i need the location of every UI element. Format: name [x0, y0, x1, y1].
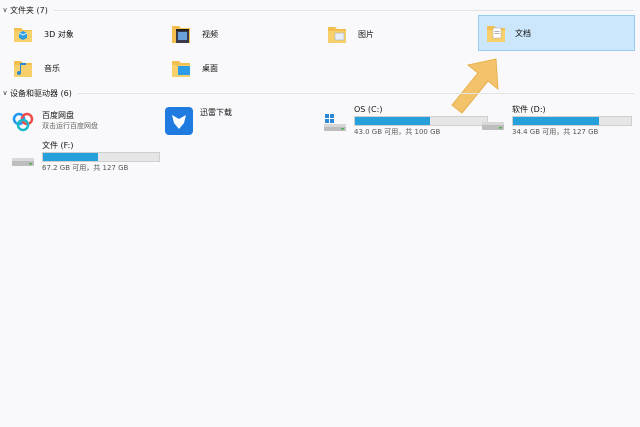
app-item-xunlei[interactable]: 迅雷下载	[164, 102, 314, 140]
divider	[53, 9, 634, 11]
drive-name: OS (C:)	[354, 105, 383, 114]
drive-item-c[interactable]: OS (C:) 43.0 GB 可用，共 100 GB	[322, 102, 488, 140]
hard-drive-icon	[480, 108, 506, 134]
folder-label: 图片	[358, 29, 374, 39]
app-name: 迅雷下载	[200, 108, 232, 117]
drive-space-text: 67.2 GB 可用，共 127 GB	[42, 164, 129, 172]
drive-usage-fill	[513, 117, 600, 125]
folder-label: 文档	[515, 28, 531, 38]
chevron-down-icon: ∨	[2, 89, 8, 97]
folder-label: 音乐	[44, 63, 60, 73]
folder-item-documents[interactable]: 文档	[478, 15, 635, 51]
videos-folder-icon	[170, 23, 192, 45]
3d-objects-folder-icon	[12, 23, 34, 45]
windows-drive-icon	[322, 108, 348, 134]
music-folder-icon	[12, 57, 34, 79]
chevron-down-icon: ∨	[2, 6, 8, 14]
folder-item-3d-objects[interactable]: 3D 对象	[12, 18, 160, 50]
pictures-folder-icon	[326, 23, 348, 45]
drive-usage-fill	[355, 117, 431, 125]
xunlei-download-icon	[164, 106, 194, 136]
drive-item-d[interactable]: 软件 (D:) 34.4 GB 可用，共 127 GB	[480, 102, 640, 140]
drive-name: 软件 (D:)	[512, 105, 546, 114]
folder-label: 3D 对象	[44, 29, 74, 39]
drive-usage-fill	[43, 153, 98, 161]
folder-label: 视频	[202, 29, 218, 39]
drive-space-text: 43.0 GB 可用，共 100 GB	[354, 128, 441, 136]
drive-item-f[interactable]: 文件 (F:) 67.2 GB 可用，共 127 GB	[10, 138, 170, 176]
baidu-netdisk-icon	[10, 108, 36, 134]
drive-usage-bar	[354, 116, 488, 126]
app-description: 双击运行百度网盘	[42, 122, 98, 130]
folder-item-videos[interactable]: 视频	[170, 18, 318, 50]
devices-group-title: 设备和驱动器 (6)	[10, 88, 72, 98]
drive-space-text: 34.4 GB 可用，共 127 GB	[512, 128, 599, 136]
divider	[77, 92, 634, 94]
desktop-folder-icon	[170, 57, 192, 79]
hard-drive-icon	[10, 144, 36, 170]
folder-label: 桌面	[202, 63, 218, 73]
folder-item-pictures[interactable]: 图片	[326, 18, 474, 50]
drive-usage-bar	[512, 116, 632, 126]
app-name: 百度网盘	[42, 111, 74, 120]
drive-name: 文件 (F:)	[42, 141, 74, 150]
documents-folder-icon	[485, 22, 507, 44]
folder-item-music[interactable]: 音乐	[12, 52, 160, 84]
drive-usage-bar	[42, 152, 160, 162]
folders-group-title: 文件夹 (7)	[10, 5, 48, 15]
devices-group-header[interactable]: ∨ 设备和驱动器 (6)	[0, 86, 640, 100]
app-item-baidu-netdisk[interactable]: 百度网盘 双击运行百度网盘	[10, 102, 160, 140]
folder-item-desktop[interactable]: 桌面	[170, 52, 318, 84]
